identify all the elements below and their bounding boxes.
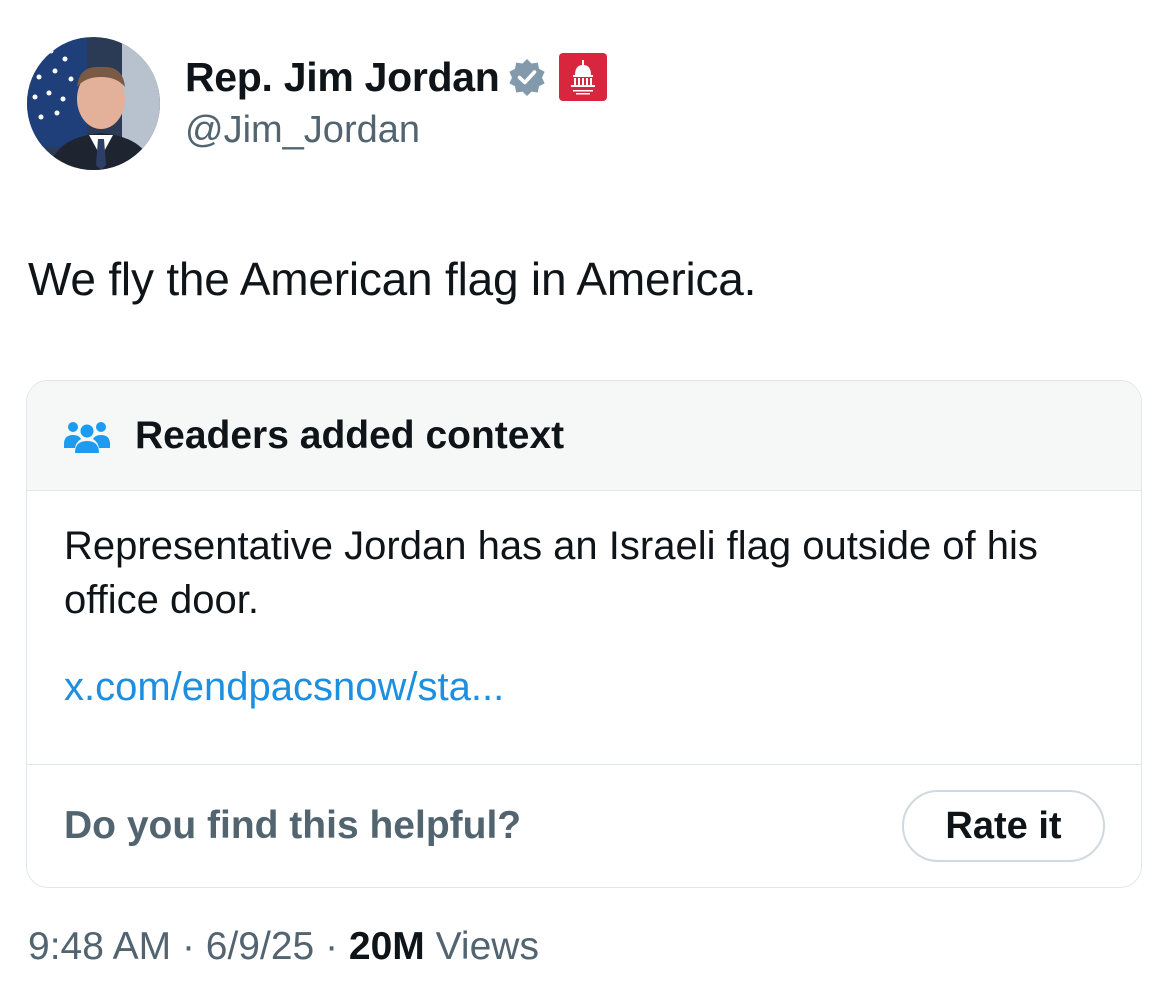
meta-separator-2: · [325, 925, 339, 968]
house-gop-capitol-icon[interactable] [559, 53, 608, 101]
tweet-time[interactable]: 9:48 AM [28, 925, 171, 969]
author-handle[interactable]: @Jim_Jordan [185, 109, 420, 152]
rate-it-button[interactable]: Rate it [902, 790, 1105, 862]
community-note-source-link[interactable]: x.com/endpacsnow/sta... [64, 665, 504, 710]
community-note-body: Representative Jordan has an Israeli fla… [27, 491, 1141, 765]
community-note-footer: Do you find this helpful? Rate it [27, 765, 1141, 887]
community-note-text: Representative Jordan has an Israeli fla… [64, 524, 1038, 622]
community-note-header: Readers added context [27, 381, 1141, 491]
author-name-row: Rep. Jim Jordan [185, 53, 608, 101]
views-label: Views [435, 925, 539, 968]
tweet-date[interactable]: 6/9/25 [206, 925, 314, 969]
meta-separator: · [181, 925, 195, 968]
community-note-title: Readers added context [135, 413, 565, 457]
verified-badge-icon[interactable] [507, 57, 547, 97]
people-group-icon [63, 418, 111, 454]
author-display-name[interactable]: Rep. Jim Jordan [185, 54, 500, 101]
views-count[interactable]: 20M [349, 925, 425, 969]
helpful-question: Do you find this helpful? [64, 804, 522, 847]
community-note: Readers added context Representative Jor… [26, 380, 1142, 888]
tweet-meta: 9:48 AM · 6/9/25 · 20M Views [28, 925, 539, 969]
avatar-image [27, 37, 160, 170]
author-avatar[interactable] [27, 37, 160, 170]
tweet-text: We fly the American flag in America. [28, 253, 757, 305]
